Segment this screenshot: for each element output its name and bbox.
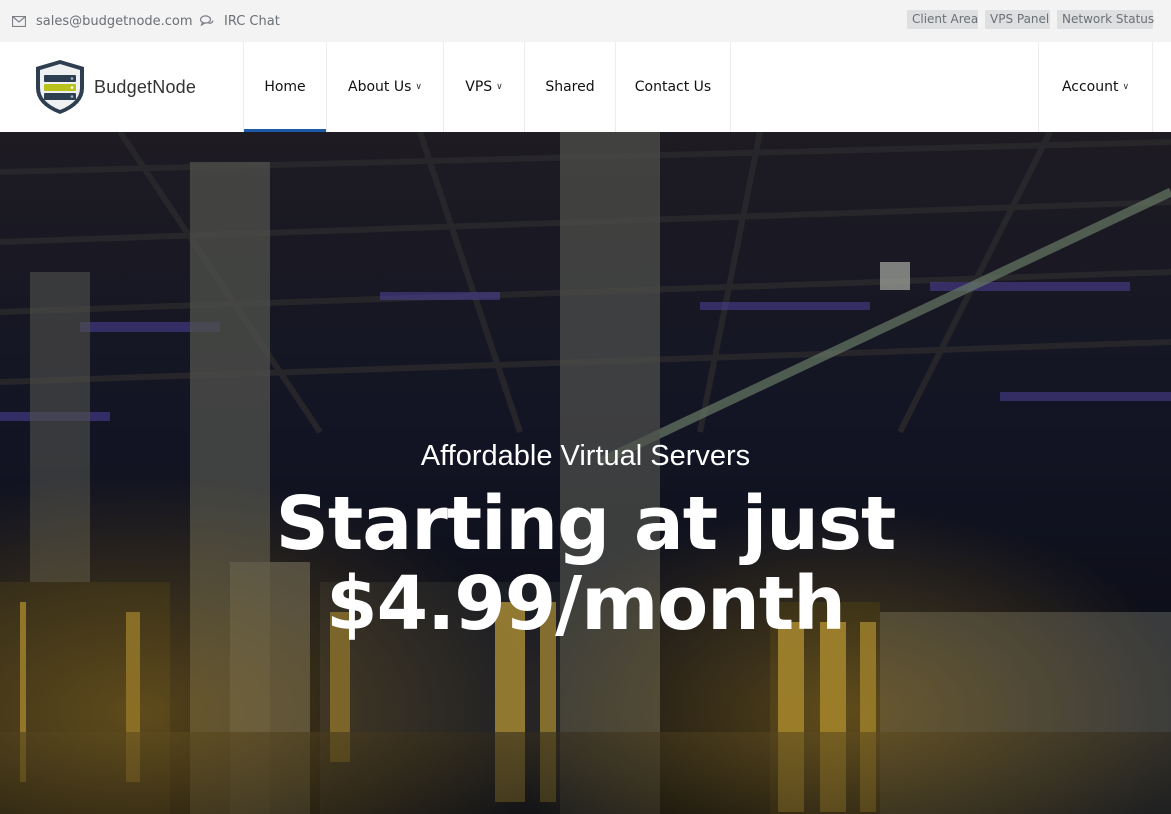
nav-vps[interactable]: VPS ∨ (443, 42, 524, 132)
network-status-link[interactable]: Network Status (1057, 10, 1154, 29)
chevron-down-icon: ∨ (1122, 82, 1130, 92)
top-bar: sales@budgetnode.com IRC Chat Client Are… (0, 0, 1171, 42)
nav-account[interactable]: Account ∨ (1038, 42, 1153, 132)
nav-shared[interactable]: Shared (524, 42, 615, 132)
hero-title: Starting at just $4.99/month (0, 484, 1171, 644)
chat-bubbles-icon (200, 15, 214, 27)
nav-contact-us[interactable]: Contact Us (615, 42, 731, 132)
nav-contact-label: Contact Us (634, 79, 712, 95)
irc-chat-link[interactable]: IRC Chat (200, 0, 280, 42)
chevron-down-icon: ∨ (415, 82, 422, 92)
shield-server-icon (36, 60, 84, 114)
chevron-down-icon: ∨ (496, 82, 503, 92)
datacenter-background-image (0, 132, 1171, 814)
hero-subtitle: Affordable Virtual Servers (420, 440, 751, 472)
nav-about-label: About Us (348, 79, 412, 95)
brand-name: BudgetNode (94, 76, 197, 97)
hero-banner: Affordable Virtual Servers Starting at j… (0, 132, 1171, 814)
client-area-link[interactable]: Client Area (907, 10, 978, 29)
email-link[interactable]: sales@budgetnode.com (12, 0, 193, 42)
email-text: sales@budgetnode.com (36, 13, 193, 29)
nav-vps-label: VPS (465, 79, 493, 95)
nav-home-label: Home (264, 79, 306, 95)
nav-home[interactable]: Home (243, 42, 326, 132)
envelope-icon (12, 15, 26, 27)
nav-account-label: Account (1061, 79, 1119, 95)
vps-panel-link[interactable]: VPS Panel (985, 10, 1050, 29)
nav-shared-label: Shared (545, 79, 595, 95)
hero-title-line-2: $4.99/month (326, 561, 846, 647)
brand-logo[interactable]: BudgetNode (32, 57, 212, 117)
irc-text: IRC Chat (224, 13, 280, 29)
main-navbar: BudgetNode Home About Us ∨ VPS ∨ Shared … (0, 42, 1171, 132)
nav-about-us[interactable]: About Us ∨ (326, 42, 443, 132)
hero-title-line-1: Starting at just (275, 481, 897, 567)
